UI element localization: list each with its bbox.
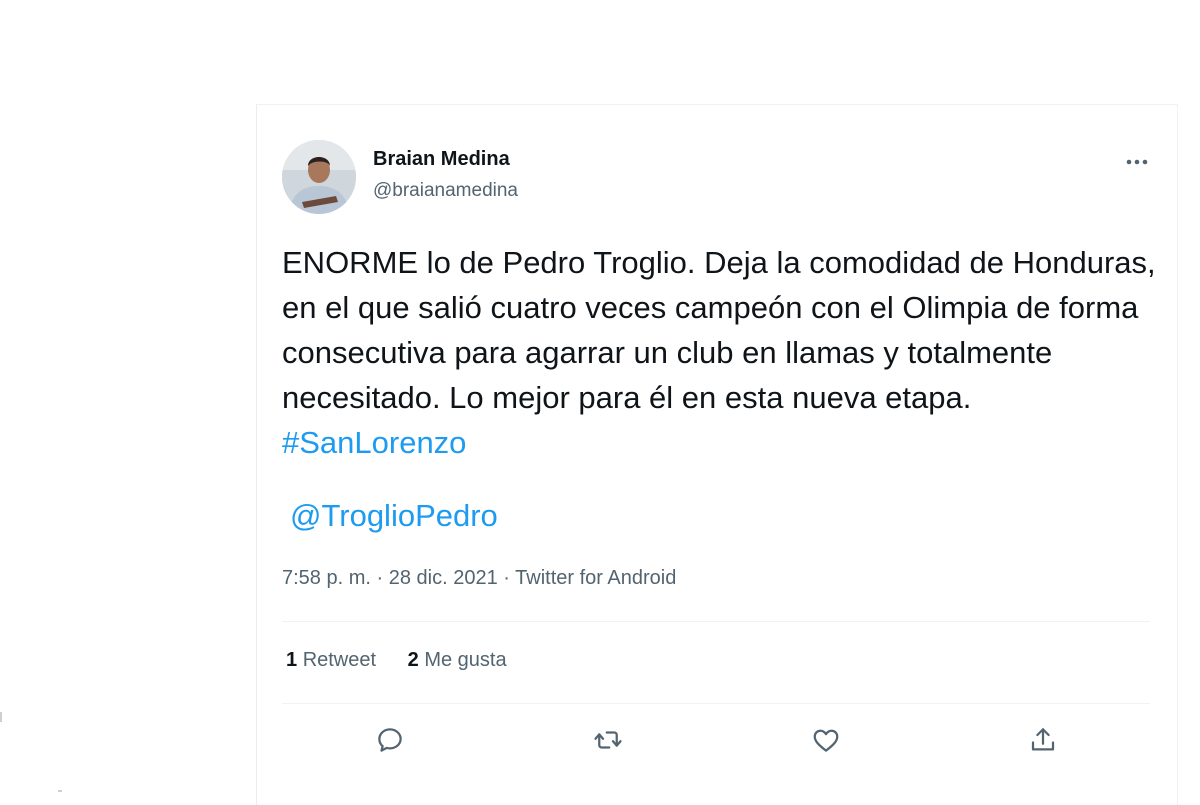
tweet-source[interactable]: Twitter for Android [515, 567, 676, 589]
meta-separator: · [376, 567, 384, 589]
share-icon [1031, 728, 1055, 751]
like-button[interactable] [806, 720, 846, 760]
retweet-icon [594, 731, 622, 749]
author-name[interactable]: Braian Medina [373, 148, 510, 171]
author-handle[interactable]: @braianamedina [373, 180, 518, 202]
tweet-body: ENORME lo de Pedro Troglio. Deja la como… [282, 245, 1156, 415]
edge-artifact-2 [58, 790, 62, 792]
like-icon [813, 729, 839, 752]
tweet-time[interactable]: 7:58 p. m. [282, 567, 371, 589]
more-options-icon [1126, 159, 1148, 165]
likes-label: Me gusta [424, 649, 507, 671]
retweets-count: 1 [286, 649, 298, 671]
reply-icon [378, 728, 402, 752]
edge-artifact [0, 712, 2, 722]
tweet-date[interactable]: 28 dic. 2021 [389, 567, 498, 589]
tweet-text: ENORME lo de Pedro Troglio. Deja la como… [282, 240, 1162, 465]
meta-separator: · [503, 567, 510, 589]
avatar[interactable] [282, 140, 356, 214]
more-options-button[interactable] [1120, 148, 1154, 176]
retweets-stat[interactable]: 1 Retweet [286, 649, 376, 671]
hashtag-link[interactable]: #SanLorenzo [282, 425, 466, 460]
share-button[interactable] [1023, 720, 1063, 760]
likes-stat[interactable]: 2 Me gusta [408, 649, 507, 671]
mention-link[interactable]: @TroglioPedro [290, 498, 498, 534]
retweets-label: Retweet [302, 649, 377, 671]
retweet-button[interactable] [588, 720, 628, 760]
divider [282, 621, 1150, 622]
tweet-meta: 7:58 p. m. · 28 dic. 2021 · Twitter for … [282, 567, 676, 590]
likes-count: 2 [407, 649, 419, 671]
reply-button[interactable] [370, 720, 410, 760]
divider [282, 703, 1150, 704]
tweet-stats: 1 Retweet 2 Me gusta [286, 649, 533, 672]
